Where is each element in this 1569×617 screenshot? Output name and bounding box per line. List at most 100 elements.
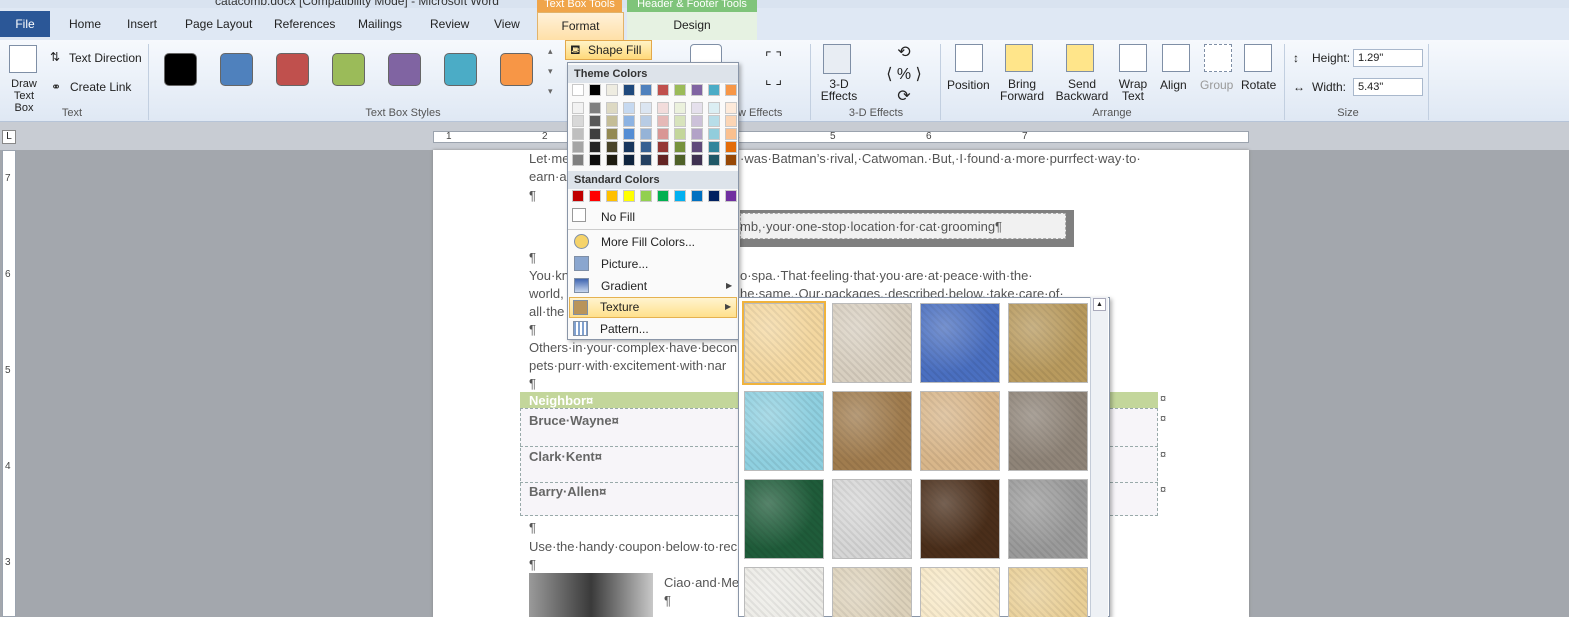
theme-shade-swatch[interactable] (708, 102, 720, 114)
tab-home[interactable]: Home (69, 17, 101, 33)
theme-shade-swatch[interactable] (623, 154, 635, 166)
tab-references[interactable]: References (274, 17, 335, 33)
tab-page-layout[interactable]: Page Layout (185, 17, 252, 33)
standard-color-swatch[interactable] (640, 190, 652, 202)
standard-color-swatch[interactable] (623, 190, 635, 202)
texture-paper-bag[interactable] (832, 391, 912, 471)
theme-color-swatch[interactable] (708, 84, 720, 96)
tab-format[interactable]: Format (537, 12, 624, 40)
theme-shade-swatch[interactable] (589, 128, 601, 140)
texture-item-highlight[interactable] (569, 297, 737, 318)
theme-shade-swatch[interactable] (640, 154, 652, 166)
theme-shade-swatch[interactable] (674, 141, 686, 153)
theme-shade-swatch[interactable] (725, 102, 737, 114)
table-header-cell[interactable]: Neighbor¤ (529, 393, 593, 408)
theme-shade-swatch[interactable] (640, 128, 652, 140)
theme-shade-swatch[interactable] (725, 154, 737, 166)
theme-shade-swatch[interactable] (657, 115, 669, 127)
theme-shade-swatch[interactable] (572, 115, 584, 127)
standard-color-swatch[interactable] (657, 190, 669, 202)
theme-shade-swatch[interactable] (623, 141, 635, 153)
theme-shade-swatch[interactable] (623, 115, 635, 127)
vertical-ruler[interactable]: 7 6 5 4 3 (2, 150, 16, 617)
tab-stop-selector-icon[interactable]: L (2, 130, 16, 144)
theme-shade-swatch[interactable] (674, 154, 686, 166)
table-row[interactable]: Clark·Kent¤ (529, 449, 602, 464)
theme-shade-swatch[interactable] (640, 102, 652, 114)
text-box-style-swatch[interactable] (444, 53, 477, 86)
theme-shade-swatch[interactable] (657, 141, 669, 153)
table-row[interactable]: Barry·Allen¤ (529, 484, 606, 499)
texture-recycled-paper[interactable] (832, 567, 912, 617)
theme-shade-swatch[interactable] (657, 154, 669, 166)
more-fill-colors-item[interactable]: More Fill Colors... (601, 235, 695, 249)
theme-shade-swatch[interactable] (606, 115, 618, 127)
theme-shade-swatch[interactable] (589, 141, 601, 153)
theme-shade-swatch[interactable] (725, 128, 737, 140)
theme-shade-swatch[interactable] (708, 115, 720, 127)
theme-color-swatch[interactable] (640, 84, 652, 96)
standard-color-swatch[interactable] (589, 190, 601, 202)
pattern-item[interactable]: Pattern... (600, 322, 649, 336)
theme-shade-swatch[interactable] (708, 141, 720, 153)
text-box-style-swatch[interactable] (388, 53, 421, 86)
standard-color-swatch[interactable] (725, 190, 737, 202)
texture-item[interactable]: Texture (600, 300, 639, 314)
tab-design[interactable]: Design (627, 12, 757, 40)
theme-shade-swatch[interactable] (691, 128, 703, 140)
height-input[interactable]: 1.29" (1353, 49, 1423, 67)
standard-color-swatch[interactable] (572, 190, 584, 202)
gallery-more-icon[interactable]: ▾ (548, 86, 553, 97)
three-d-effects-button[interactable]: 3-D Effects (814, 78, 864, 102)
theme-color-swatch[interactable] (725, 84, 737, 96)
tab-insert[interactable]: Insert (127, 17, 157, 33)
texture-stationery[interactable] (1008, 567, 1088, 617)
texture-denim[interactable] (920, 303, 1000, 383)
wrap-text-button[interactable]: Wrap Text (1115, 78, 1151, 102)
theme-shade-swatch[interactable] (691, 102, 703, 114)
text-box-style-swatch[interactable] (332, 53, 365, 86)
no-fill-item[interactable]: No Fill (601, 210, 635, 224)
theme-shade-swatch[interactable] (606, 154, 618, 166)
theme-shade-swatch[interactable] (708, 154, 720, 166)
texture-canvas[interactable] (832, 303, 912, 383)
theme-shade-swatch[interactable] (691, 115, 703, 127)
shape-fill-button[interactable]: ⛾ Shape Fill ▼ (565, 40, 652, 74)
texture-woven-mat[interactable] (1008, 303, 1088, 383)
theme-color-swatch[interactable] (572, 84, 584, 96)
gallery-down-icon[interactable]: ▾ (548, 66, 553, 77)
texture-water-droplets[interactable] (744, 391, 824, 471)
gallery-scrollbar[interactable]: ▲ (1090, 297, 1108, 617)
texture-sand[interactable] (1008, 391, 1088, 471)
theme-shade-swatch[interactable] (708, 128, 720, 140)
tab-mailings[interactable]: Mailings (358, 17, 402, 33)
theme-shade-swatch[interactable] (589, 154, 601, 166)
gradient-item[interactable]: Gradient (601, 279, 647, 293)
text-box-style-swatch[interactable] (164, 53, 197, 86)
texture-papyrus[interactable] (742, 301, 826, 385)
theme-color-swatch[interactable] (623, 84, 635, 96)
position-button[interactable]: Position (947, 78, 990, 92)
theme-shade-swatch[interactable] (674, 102, 686, 114)
picture-item[interactable]: Picture... (601, 257, 648, 271)
width-input[interactable]: 5.43" (1353, 78, 1423, 96)
texture-newsprint[interactable] (744, 567, 824, 617)
catwoman-photo[interactable] (529, 573, 653, 617)
create-link-button[interactable]: Create Link (70, 80, 131, 94)
texture-fish-fossil[interactable] (920, 391, 1000, 471)
standard-color-swatch[interactable] (606, 190, 618, 202)
scroll-up-icon[interactable]: ▲ (1093, 298, 1106, 311)
theme-shade-swatch[interactable] (572, 141, 584, 153)
send-backward-button[interactable]: Send Backward (1054, 78, 1110, 102)
tab-file[interactable]: File (0, 11, 50, 37)
theme-shade-swatch[interactable] (572, 154, 584, 166)
texture-brown-marble[interactable] (920, 479, 1000, 559)
group-button[interactable]: Group (1200, 78, 1233, 92)
shadow-nudge-icons[interactable]: ⌜ ⌝ ⌞ ⌟ (765, 46, 805, 90)
theme-shade-swatch[interactable] (606, 128, 618, 140)
text-direction-button[interactable]: Text Direction (69, 51, 142, 65)
texture-granite[interactable] (1008, 479, 1088, 559)
theme-shade-swatch[interactable] (589, 115, 601, 127)
theme-shade-swatch[interactable] (606, 141, 618, 153)
three-d-tilt-icons[interactable]: ⟲ ⟨ % ⟩ ⟳ (872, 42, 936, 108)
